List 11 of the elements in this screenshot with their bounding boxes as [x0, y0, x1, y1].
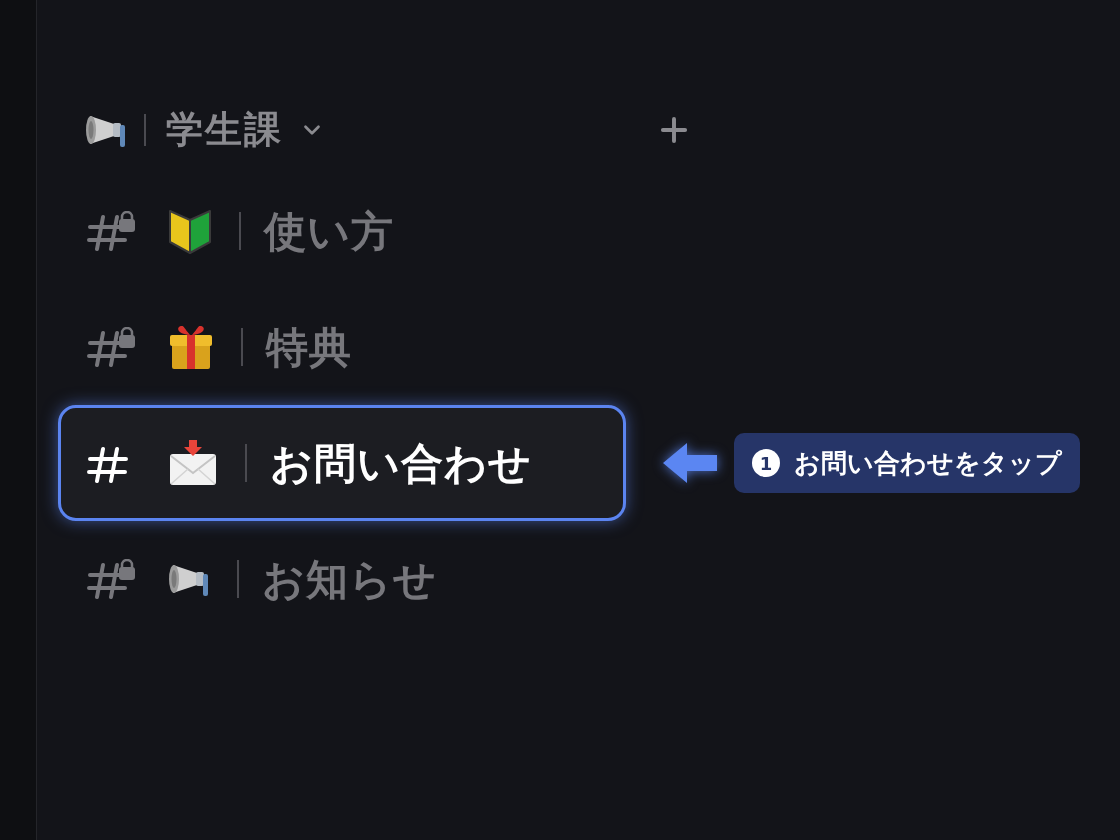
callout-text: お問い合わせをタップ: [794, 446, 1062, 480]
beginner-mark-icon: [168, 208, 212, 254]
category-header[interactable]: 学生課: [166, 102, 325, 158]
channel-item[interactable]: お知らせ: [58, 521, 626, 637]
channel-item[interactable]: 使い方: [58, 173, 626, 289]
channel-item[interactable]: 特典: [58, 289, 626, 405]
channel-item[interactable]: お問い合わせ: [58, 405, 626, 521]
left-arrow-icon: [663, 443, 717, 483]
gift-icon: [168, 324, 214, 370]
envelope-icon: [168, 440, 218, 486]
step-number: 1: [752, 449, 780, 477]
